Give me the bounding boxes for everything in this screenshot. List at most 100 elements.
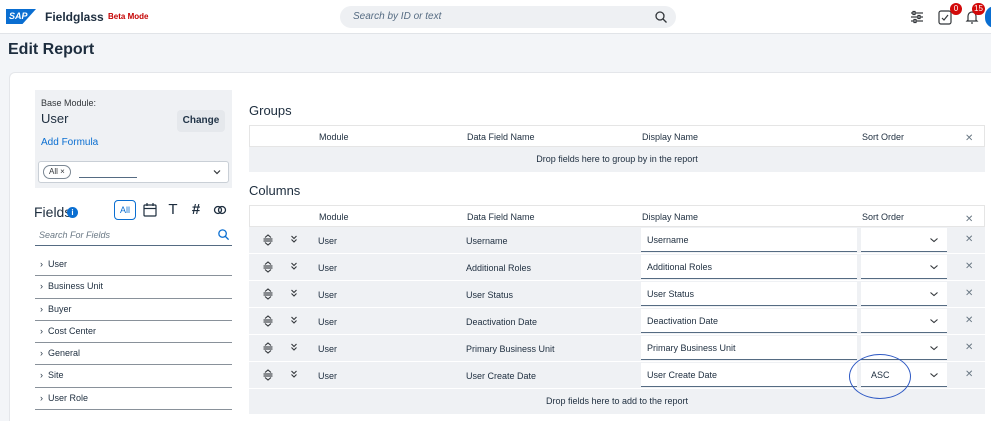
chevron-down-icon[interactable]: [929, 370, 939, 380]
column-header-data-field: Data Field Name: [467, 212, 535, 222]
groups-heading: Groups: [249, 103, 292, 118]
data-field-cell: Username: [466, 236, 508, 246]
filter-settings-icon[interactable]: [908, 8, 926, 26]
remove-column-icon[interactable]: ✕: [965, 261, 973, 272]
sort-order-select[interactable]: [861, 255, 947, 279]
search-icon[interactable]: [654, 10, 668, 24]
table-row[interactable]: User Username Username ✕: [249, 227, 985, 254]
groups-table-header: Module Data Field Name Display Name Sort…: [249, 125, 985, 147]
display-name-input[interactable]: Username: [641, 228, 857, 252]
drag-handle-icon[interactable]: [262, 234, 274, 246]
fields-heading: Fields: [34, 204, 72, 220]
display-name-value: User Status: [647, 289, 695, 299]
chevron-down-icon[interactable]: [212, 167, 222, 177]
remove-column-icon[interactable]: ✕: [965, 369, 973, 380]
drag-handle-icon[interactable]: [262, 288, 274, 300]
drag-handle-icon[interactable]: [262, 342, 274, 354]
field-group-item[interactable]: › User: [35, 254, 232, 277]
drag-handle-icon[interactable]: [262, 369, 274, 381]
sort-order-select[interactable]: [861, 282, 947, 306]
field-group-item[interactable]: › Business Unit: [35, 276, 232, 299]
double-chevron-down-icon[interactable]: [289, 234, 299, 244]
drag-handle-icon[interactable]: [262, 261, 274, 273]
field-groups-list: › User › Business Unit › Buyer › Cost Ce…: [35, 254, 232, 411]
module-cell: User: [318, 344, 338, 354]
field-type-all[interactable]: All: [114, 200, 136, 220]
field-search-placeholder: Search For Fields: [39, 230, 111, 240]
search-placeholder: Search by ID or text: [353, 11, 442, 22]
column-header-module: Module: [319, 212, 349, 222]
display-name-input[interactable]: Deactivation Date: [641, 309, 857, 333]
column-header-sort-order: Sort Order: [862, 212, 905, 222]
chevron-down-icon[interactable]: [929, 289, 939, 299]
chevron-down-icon[interactable]: [929, 262, 939, 272]
top-bar: SAP Fieldglass Beta Mode Search by ID or…: [0, 0, 991, 34]
double-chevron-down-icon[interactable]: [289, 369, 299, 379]
base-module-label: Base Module:: [41, 98, 97, 108]
field-group-item[interactable]: › Buyer: [35, 299, 232, 321]
display-name-input[interactable]: User Status: [641, 282, 857, 306]
global-search-input[interactable]: Search by ID or text: [340, 6, 676, 28]
sort-order-select[interactable]: [861, 309, 947, 333]
double-chevron-down-icon[interactable]: [289, 261, 299, 271]
calendar-icon[interactable]: [140, 200, 160, 220]
data-field-cell: User Create Date: [466, 371, 537, 381]
table-row[interactable]: User Additional Roles Additional Roles ✕: [249, 254, 985, 281]
column-header-sort-order: Sort Order: [862, 132, 905, 142]
tasks-badge: 0: [950, 3, 962, 15]
field-search-input[interactable]: Search For Fields: [35, 226, 232, 246]
add-formula-link[interactable]: Add Formula: [41, 137, 98, 148]
module-cell: User: [318, 263, 338, 273]
column-header-display-name: Display Name: [642, 212, 699, 222]
notifications-badge: 15: [972, 3, 985, 15]
table-row[interactable]: User Deactivation Date Deactivation Date ✕: [249, 308, 985, 335]
remove-column-icon[interactable]: ✕: [965, 315, 973, 326]
filter-combobox[interactable]: All ×: [38, 161, 229, 183]
remove-column-icon[interactable]: ✕: [965, 288, 973, 299]
display-name-value: Deactivation Date: [647, 316, 719, 326]
combo-input-line: [79, 177, 137, 178]
display-name-input[interactable]: User Create Date: [641, 363, 857, 387]
module-cell: User: [318, 317, 338, 327]
chevron-down-icon[interactable]: [929, 343, 939, 353]
double-chevron-down-icon[interactable]: [289, 315, 299, 325]
display-name-value: User Create Date: [647, 370, 718, 380]
data-field-cell: Deactivation Date: [466, 317, 538, 327]
close-icon[interactable]: ✕: [965, 133, 973, 144]
module-cell: User: [318, 371, 338, 381]
module-cell: User: [318, 290, 338, 300]
columns-heading: Columns: [249, 183, 301, 198]
display-name-value: Additional Roles: [647, 262, 713, 272]
field-group-item[interactable]: › Site: [35, 365, 232, 388]
display-name-input[interactable]: Additional Roles: [641, 255, 857, 279]
base-module-panel: Base Module: User Change Add Formula All…: [35, 90, 232, 188]
link-icon[interactable]: [210, 200, 230, 220]
field-group-item[interactable]: › General: [35, 343, 232, 366]
close-icon[interactable]: ✕: [965, 214, 973, 225]
display-name-value: Username: [647, 235, 689, 245]
field-type-text[interactable]: T: [163, 200, 183, 220]
sap-logo[interactable]: SAP: [6, 9, 36, 24]
display-name-input[interactable]: Primary Business Unit: [641, 336, 857, 360]
double-chevron-down-icon[interactable]: [289, 342, 299, 352]
sort-order-select[interactable]: [861, 228, 947, 252]
chevron-down-icon[interactable]: [929, 316, 939, 326]
base-module-value: User: [41, 111, 69, 126]
user-avatar[interactable]: [985, 6, 991, 28]
drag-handle-icon[interactable]: [262, 315, 274, 327]
double-chevron-down-icon[interactable]: [289, 288, 299, 298]
chevron-down-icon[interactable]: [929, 235, 939, 245]
table-row[interactable]: User User Status User Status ✕: [249, 281, 985, 308]
column-header-data-field: Data Field Name: [467, 132, 535, 142]
field-group-item[interactable]: › User Role: [35, 388, 232, 411]
change-module-button[interactable]: Change: [177, 110, 225, 132]
field-type-number[interactable]: #: [186, 200, 206, 220]
info-icon[interactable]: i: [67, 207, 78, 218]
remove-column-icon[interactable]: ✕: [965, 234, 973, 245]
search-icon[interactable]: [217, 228, 230, 241]
remove-column-icon[interactable]: ✕: [965, 342, 973, 353]
all-filter-token[interactable]: All ×: [43, 165, 71, 179]
brand-name: Fieldglass: [45, 10, 104, 24]
field-group-item[interactable]: › Cost Center: [35, 321, 232, 344]
groups-drop-zone[interactable]: Drop fields here to group by in the repo…: [249, 147, 985, 172]
